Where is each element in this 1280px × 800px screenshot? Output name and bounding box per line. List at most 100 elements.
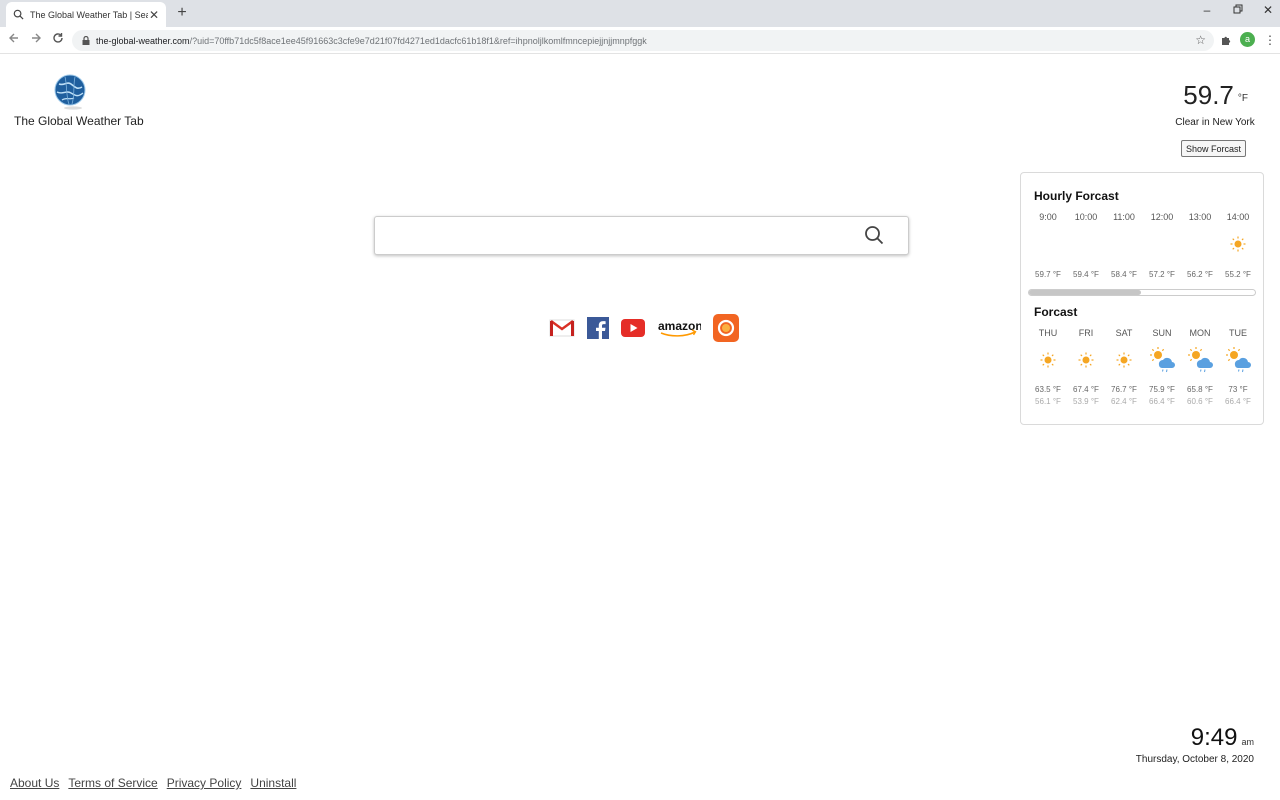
quick-links: amazon — [549, 314, 751, 342]
hourly-time: 12:00 — [1150, 212, 1174, 222]
moon-icon — [1181, 235, 1219, 258]
daily-high-temp: 67.4 °F — [1073, 385, 1099, 394]
sun-icon — [1219, 235, 1257, 258]
youtube-icon[interactable] — [621, 319, 645, 337]
daily-temps: 63.5 °F 56.1 °F 67.4 °F 53.9 °F 76.7 °F 62.… — [1029, 385, 1257, 406]
sun-rain-icon — [1219, 346, 1257, 379]
day-label: SUN — [1152, 328, 1172, 338]
tab-close-button[interactable]: ✕ — [148, 8, 160, 22]
bookmark-star-icon[interactable]: ☆ — [1195, 33, 1206, 47]
hourly-temp: 58.4 °F — [1111, 270, 1137, 279]
day-label: SAT — [1115, 328, 1133, 338]
weather-app-icon[interactable] — [713, 314, 739, 342]
clock-date: Thursday, October 8, 2020 — [1135, 754, 1254, 765]
url-field[interactable]: the-global-weather.com/?uid=70ffb71dc5f8… — [72, 30, 1214, 51]
clock-time: 9:49 — [1190, 724, 1238, 751]
hourly-time: 14:00 — [1226, 212, 1250, 222]
search-icon — [12, 9, 24, 21]
uninstall-link[interactable]: Uninstall — [250, 776, 296, 790]
moon-icon — [1162, 88, 1171, 104]
search-input[interactable] — [385, 223, 855, 249]
clock-ampm: am — [1241, 737, 1254, 747]
about-us-link[interactable]: About Us — [10, 776, 59, 790]
close-window-button[interactable]: ✕ — [1257, 3, 1279, 17]
url-host: the-global-weather.com — [96, 35, 190, 46]
hourly-forecast-title: Hourly Forcast — [1034, 189, 1119, 203]
privacy-policy-link[interactable]: Privacy Policy — [167, 776, 242, 790]
amazon-icon[interactable]: amazon — [657, 318, 701, 338]
sun-icon — [1105, 346, 1143, 379]
daily-forecast-title: Forcast — [1034, 305, 1078, 319]
hourly-scrollbar[interactable] — [1028, 289, 1256, 296]
hourly-temp: 59.4 °F — [1073, 270, 1099, 279]
hourly-temp: 57.2 °F — [1149, 270, 1175, 279]
search-icon[interactable] — [863, 224, 887, 248]
temperature-unit: °F — [1237, 93, 1248, 104]
globe-icon — [54, 74, 86, 110]
url-path: /?uid=70ffb71dc5f8ace1ee45f91663c3cfe9e7… — [189, 35, 647, 46]
site-logo[interactable]: The Global Weather Tab — [14, 72, 144, 128]
moon-icon — [1029, 235, 1067, 258]
daily-low-temp: 60.6 °F — [1187, 397, 1213, 406]
back-button[interactable] — [6, 32, 22, 48]
tab-title: The Global Weather Tab | Search — [30, 9, 148, 20]
daily-high-temp: 73 °F — [1228, 385, 1248, 394]
minimize-button[interactable]: – — [1196, 3, 1218, 17]
moon-icon — [1067, 235, 1105, 258]
hourly-time: 10:00 — [1074, 212, 1098, 222]
current-condition: Clear in New York — [1175, 117, 1255, 128]
sun-icon — [1029, 346, 1067, 379]
daily-low-temp: 56.1 °F — [1035, 397, 1061, 406]
sun-rain-icon — [1181, 346, 1219, 379]
current-temperature: 59.7 — [1183, 80, 1234, 110]
daily-days: THU FRI SAT SUN MON TUE — [1029, 328, 1257, 338]
tab-strip: The Global Weather Tab | Search ✕ + – ✕ — [0, 0, 1280, 27]
search-box — [374, 216, 909, 255]
day-label: TUE — [1229, 328, 1247, 338]
forecast-panel: Hourly Forcast 9:00 10:00 11:00 12:00 13… — [1020, 172, 1264, 425]
day-label: THU — [1038, 328, 1058, 338]
clock: 9:49 am — [1140, 724, 1254, 752]
facebook-icon[interactable] — [587, 316, 609, 340]
day-label: FRI — [1078, 328, 1094, 338]
address-bar-row: the-global-weather.com/?uid=70ffb71dc5f8… — [0, 27, 1280, 54]
scrollbar-thumb[interactable] — [1029, 290, 1141, 295]
logo-text: The Global Weather Tab — [14, 114, 144, 128]
current-weather: 59.7 °F — [1140, 80, 1270, 110]
sun-rain-icon — [1143, 346, 1181, 379]
hourly-temp: 59.7 °F — [1035, 270, 1061, 279]
hourly-temp: 55.2 °F — [1225, 270, 1251, 279]
hourly-time: 9:00 — [1039, 212, 1057, 222]
daily-low-temp: 66.4 °F — [1225, 397, 1251, 406]
day-label: MON — [1189, 328, 1211, 338]
browser-menu-icon[interactable]: ⋮ — [1264, 33, 1276, 47]
restore-button[interactable] — [1227, 3, 1249, 17]
reload-button[interactable] — [50, 32, 66, 48]
show-forecast-button[interactable]: Show Forcast — [1181, 140, 1246, 157]
daily-high-temp: 63.5 °F — [1035, 385, 1061, 394]
extensions-puzzle-icon[interactable] — [1220, 33, 1232, 51]
sun-icon — [1067, 346, 1105, 379]
gmail-icon[interactable] — [549, 318, 575, 338]
hourly-times: 9:00 10:00 11:00 12:00 13:00 14:00 — [1029, 212, 1257, 222]
daily-low-temp: 62.4 °F — [1111, 397, 1137, 406]
terms-of-service-link[interactable]: Terms of Service — [68, 776, 157, 790]
moon-icon — [1143, 235, 1181, 258]
moon-icon — [1105, 235, 1143, 258]
daily-high-temp: 76.7 °F — [1111, 385, 1137, 394]
footer-links: About Us Terms of Service Privacy Policy… — [10, 776, 305, 790]
new-tab-button[interactable]: + — [174, 4, 190, 22]
daily-high-temp: 75.9 °F — [1149, 385, 1175, 394]
hourly-time: 11:00 — [1113, 212, 1135, 222]
profile-avatar[interactable]: a — [1240, 32, 1255, 47]
forward-button[interactable] — [28, 32, 44, 48]
lock-icon — [82, 36, 90, 45]
hourly-icons — [1029, 235, 1257, 258]
hourly-temps: 59.7 °F 59.4 °F 58.4 °F 57.2 °F 56.2 °F … — [1029, 270, 1257, 279]
browser-tab[interactable]: The Global Weather Tab | Search ✕ — [6, 2, 166, 27]
daily-low-temp: 53.9 °F — [1073, 397, 1099, 406]
hourly-temp: 56.2 °F — [1187, 270, 1213, 279]
daily-high-temp: 65.8 °F — [1187, 385, 1213, 394]
daily-low-temp: 66.4 °F — [1149, 397, 1175, 406]
daily-icons — [1029, 346, 1257, 379]
